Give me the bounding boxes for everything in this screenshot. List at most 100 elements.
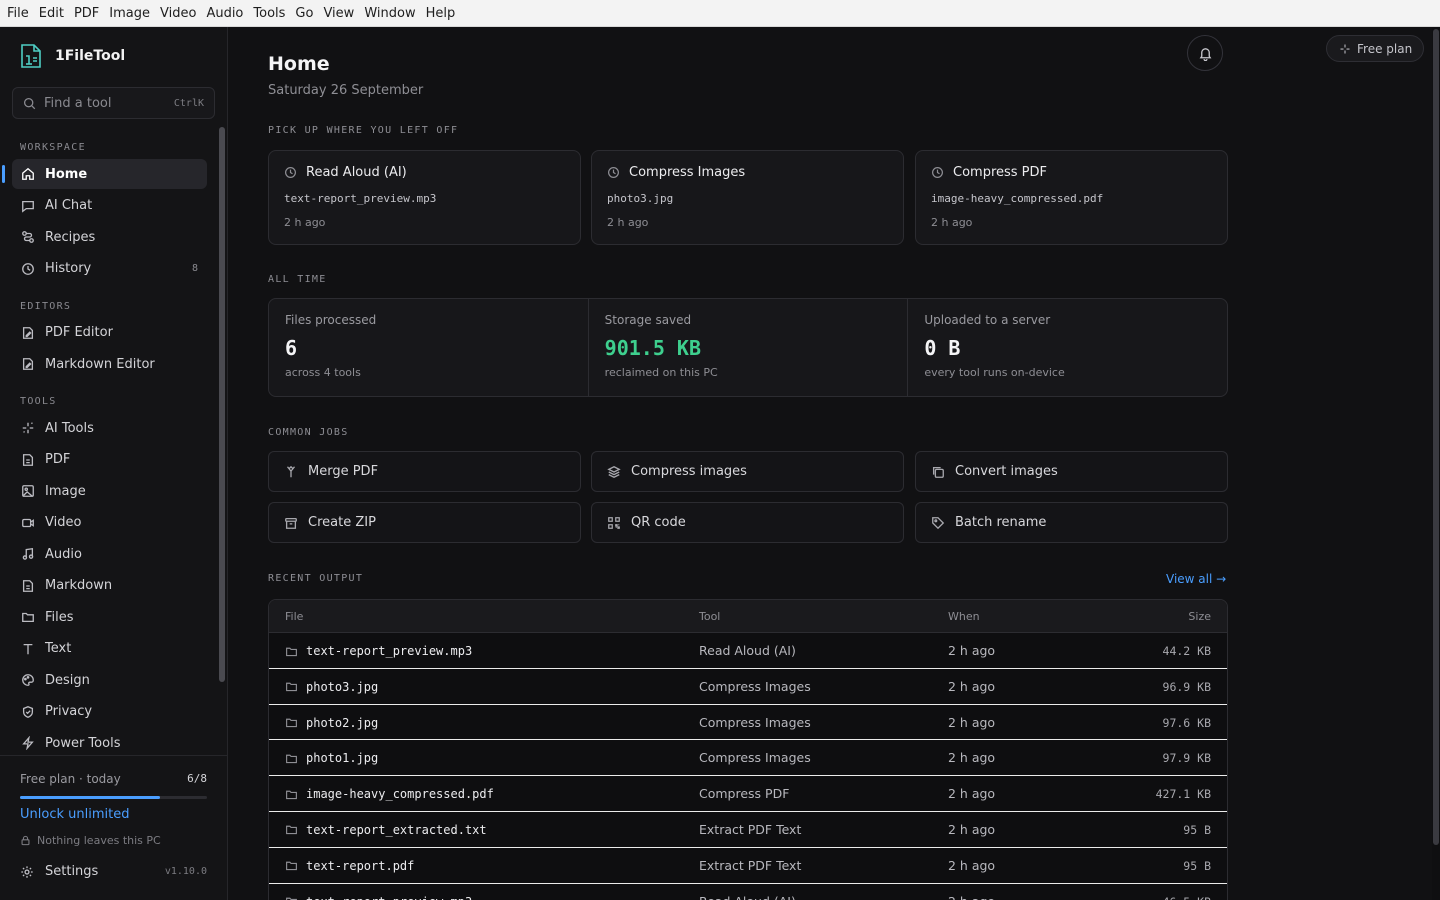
- job-merge-pdf-button[interactable]: Merge PDF: [268, 451, 581, 492]
- view-all-link[interactable]: View all →: [1166, 572, 1226, 586]
- menu-audio[interactable]: Audio: [201, 0, 248, 27]
- sidebar-item-pdf[interactable]: PDF: [12, 445, 207, 475]
- sidebar-item-video[interactable]: Video: [12, 508, 207, 538]
- when-cell: 2 h ago: [948, 786, 996, 802]
- menu-file[interactable]: File: [2, 0, 34, 27]
- file-name: image-heavy_compressed.pdf: [306, 787, 494, 802]
- recent-card[interactable]: Compress Images photo3.jpg 2 h ago: [591, 150, 904, 245]
- when-cell: 2 h ago: [948, 714, 996, 730]
- sidebar-item-label: PDF Editor: [45, 325, 113, 340]
- folder-icon: [286, 861, 297, 871]
- sidebar-item-design[interactable]: Design: [12, 665, 207, 695]
- sidebar-item-markdown[interactable]: Markdown: [12, 571, 207, 601]
- sidebar-item-recipes[interactable]: Recipes: [12, 222, 207, 252]
- menu-edit[interactable]: Edit: [34, 0, 69, 27]
- sidebar-item-privacy[interactable]: Privacy: [12, 697, 207, 727]
- file-cell: text-report_extracted.txt: [285, 823, 487, 837]
- stat-label: Storage saved: [604, 313, 692, 327]
- file-cell: image-heavy_compressed.pdf: [285, 787, 494, 801]
- sidebar-item-files[interactable]: Files: [12, 602, 207, 632]
- menu-window[interactable]: Window: [359, 0, 420, 27]
- menu-go[interactable]: Go: [290, 0, 318, 27]
- table-row[interactable]: photo1.jpg Compress Images 2 h ago 97.9 KB: [269, 740, 1227, 777]
- main-scrollbar-thumb[interactable]: [1433, 29, 1439, 845]
- column-header-size[interactable]: Size: [1188, 610, 1211, 623]
- recent-card-header: Compress PDF: [931, 165, 1047, 180]
- table-row[interactable]: text-report_extracted.txt Extract PDF Tex…: [269, 812, 1227, 848]
- lock-icon: [21, 835, 30, 846]
- plan-progress-fill: [20, 796, 161, 799]
- app-version: v1.10.0: [164, 866, 207, 877]
- job-create-zip-button[interactable]: Create ZIP: [268, 502, 581, 543]
- sidebar-item-ai-chat[interactable]: AI Chat: [12, 191, 207, 221]
- size-cell: 95 B: [1183, 858, 1211, 873]
- sidebar-scrollbar[interactable]: [219, 127, 225, 682]
- menu-view[interactable]: View: [318, 0, 359, 27]
- file-cell: photo2.jpg: [285, 716, 378, 730]
- recent-card[interactable]: Compress PDF image-heavy_compressed.pdf …: [915, 150, 1228, 245]
- sparkles-icon: [22, 422, 34, 434]
- sidebar-item-home[interactable]: Home: [2, 159, 207, 189]
- main-scrollbar[interactable]: [1432, 27, 1440, 900]
- job-convert-images-button[interactable]: Convert images: [915, 451, 1228, 492]
- table-row[interactable]: text-report_preview.mp3 Read Aloud (AI) 2 …: [269, 633, 1227, 669]
- file-name: text-report_extracted.txt: [306, 822, 487, 837]
- file-icon: [22, 579, 34, 592]
- table-header: File Tool When Size: [269, 600, 1227, 633]
- file-cell: text-report_preview.mp3: [285, 644, 472, 658]
- table-row[interactable]: photo3.jpg Compress Images 2 h ago 96.9 KB: [269, 669, 1227, 705]
- menu-pdf[interactable]: PDF: [69, 0, 104, 27]
- notifications-button[interactable]: [1187, 35, 1223, 71]
- sidebar-item-history[interactable]: History 8: [12, 254, 207, 284]
- free-plan-badge[interactable]: Free plan: [1326, 35, 1424, 62]
- file-name: text-report_preview.mp3: [306, 644, 473, 658]
- settings-label: Settings: [45, 864, 99, 879]
- table-row[interactable]: text-report.pdf Extract PDF Text 2 h ago 95…: [269, 848, 1227, 884]
- clock-icon: [285, 167, 296, 178]
- stat-value: 901.5 KB: [604, 336, 701, 360]
- table-row[interactable]: image-heavy_compressed.pdf Compress PDF 2 …: [269, 776, 1227, 812]
- sidebar-item-label: Audio: [45, 546, 82, 562]
- sidebar-item-power-tools[interactable]: Power Tools: [12, 728, 207, 752]
- column-header-when[interactable]: When: [948, 610, 980, 623]
- recent-card[interactable]: Read Aloud (AI) text-report_preview.mp3 …: [268, 150, 581, 245]
- job-compress-images-button[interactable]: Compress images: [591, 451, 904, 492]
- tag-icon: [932, 516, 945, 529]
- app-name: 1FileTool: [55, 48, 126, 64]
- recent-card-time: 2 h ago: [284, 216, 326, 229]
- job-qr-code-button[interactable]: QR code: [591, 502, 904, 543]
- column-header-tool[interactable]: Tool: [699, 610, 720, 623]
- settings-button[interactable]: Settings v1.10.0: [20, 864, 207, 879]
- stat-label: Uploaded to a server: [924, 313, 1051, 327]
- route-icon: [22, 231, 34, 243]
- sidebar-nav: WORKSPACE Home AI Chat Recipes History 8…: [0, 137, 218, 752]
- sidebar-item-image[interactable]: Image: [12, 476, 207, 506]
- privacy-note: Nothing leaves this PC: [20, 834, 161, 847]
- folder-icon: [286, 790, 297, 799]
- job-batch-rename-button[interactable]: Batch rename: [915, 502, 1228, 543]
- menu-tools[interactable]: Tools: [248, 0, 290, 27]
- sidebar-item-ai-tools[interactable]: AI Tools: [12, 413, 207, 443]
- tool-search-input[interactable]: Find a tool CtrlK: [12, 87, 215, 119]
- sidebar-item-pdf-editor[interactable]: PDF Editor: [12, 318, 207, 348]
- table-row[interactable]: text-report_preview.mp3 Read Aloud (AI) 2 …: [269, 884, 1227, 900]
- sidebar-item-audio[interactable]: Audio: [12, 539, 207, 569]
- plan-usage-row: Free plan · today 6/8: [20, 772, 207, 786]
- folder-icon: [286, 897, 297, 900]
- brand[interactable]: 1FileTool: [20, 43, 125, 69]
- qr-icon: [608, 516, 620, 529]
- unlock-unlimited-link[interactable]: Unlock unlimited: [20, 807, 129, 822]
- size-cell: 46.5 KB: [1163, 895, 1211, 900]
- file-name: photo1.jpg: [306, 751, 379, 766]
- free-plan-label: Free plan: [1357, 41, 1413, 56]
- sidebar-item-label: Design: [45, 672, 90, 688]
- file-name: photo2.jpg: [306, 715, 379, 730]
- menu-video[interactable]: Video: [155, 0, 201, 27]
- column-header-file[interactable]: File: [285, 610, 303, 623]
- menu-image[interactable]: Image: [104, 0, 155, 27]
- sidebar-item-markdown-editor[interactable]: Markdown Editor: [12, 349, 207, 379]
- chat-icon: [22, 200, 34, 213]
- menu-help[interactable]: Help: [421, 0, 461, 27]
- sidebar-item-text[interactable]: Text: [12, 634, 207, 664]
- table-row[interactable]: photo2.jpg Compress Images 2 h ago 97.6 KB: [269, 705, 1227, 741]
